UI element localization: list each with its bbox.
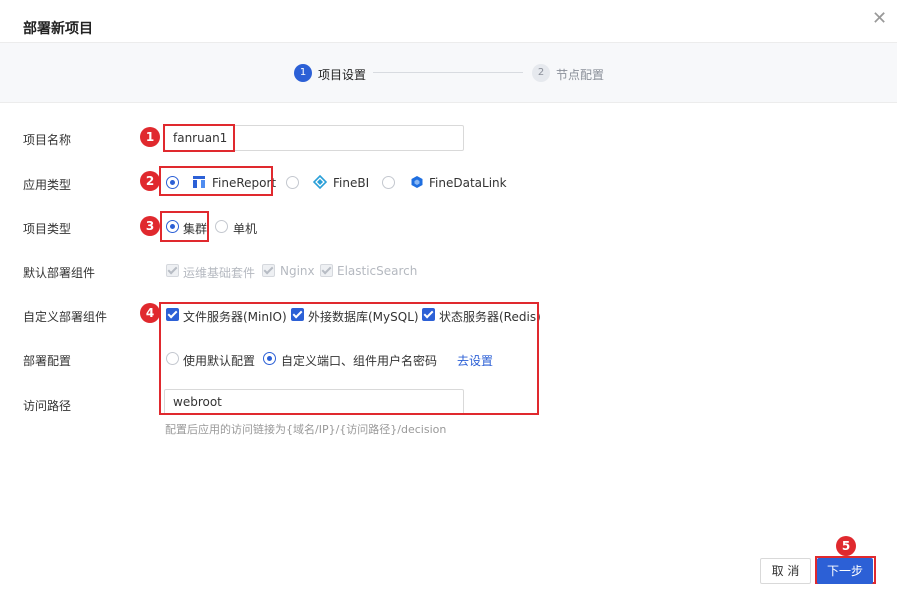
step-2-circle: 2 (532, 64, 550, 82)
app-type-option-finereport[interactable]: FineReport (212, 176, 276, 190)
custom-component-redis[interactable]: 状态服务器(Redis) (439, 308, 541, 325)
project-type-radio-cluster[interactable] (166, 220, 179, 233)
app-type-radio-finedatalink[interactable] (382, 176, 395, 189)
project-type-radio-standalone[interactable] (215, 220, 228, 233)
annotation-marker-5: 5 (836, 536, 856, 556)
default-component-es: ElasticSearch (337, 264, 418, 278)
next-step-button[interactable]: 下一步 (817, 558, 873, 584)
access-path-input[interactable]: webroot (164, 389, 464, 415)
custom-components-label: 自定义部署组件 (23, 310, 108, 324)
default-components-label: 默认部署组件 (23, 266, 96, 280)
default-component-checkbox-nginx (262, 264, 275, 277)
finebi-logo-icon (313, 175, 327, 189)
custom-component-checkbox-minio[interactable] (166, 308, 179, 321)
step-2-label: 节点配置 (556, 68, 605, 82)
app-type-option-finebi[interactable]: FineBI (333, 176, 369, 190)
cancel-button[interactable]: 取 消 (760, 558, 811, 584)
project-type-option-standalone[interactable]: 单机 (233, 220, 257, 237)
project-type-label: 项目类型 (23, 222, 72, 236)
annotation-marker-2: 2 (140, 171, 160, 191)
app-type-radio-finebi[interactable] (286, 176, 299, 189)
app-type-radio-finereport[interactable] (166, 176, 179, 189)
finereport-logo-icon (193, 176, 205, 188)
app-type-label: 应用类型 (23, 178, 72, 192)
access-path-label: 访问路径 (23, 399, 72, 413)
go-settings-link[interactable]: 去设置 (457, 352, 493, 369)
default-component-ops: 运维基础套件 (183, 266, 256, 280)
custom-component-checkbox-mysql[interactable] (291, 308, 304, 321)
custom-component-checkbox-redis[interactable] (422, 308, 435, 321)
step-1-label: 项目设置 (318, 68, 367, 82)
dialog-title: 部署新项目 (23, 21, 93, 37)
default-component-nginx: Nginx (280, 264, 315, 278)
deploy-config-radio-custom[interactable] (263, 352, 276, 365)
annotation-marker-3: 3 (140, 216, 160, 236)
deploy-config-radio-default[interactable] (166, 352, 179, 365)
deploy-config-option-custom[interactable]: 自定义端口、组件用户名密码 (281, 352, 437, 369)
annotation-marker-4: 4 (140, 303, 160, 323)
step-1-circle: 1 (294, 64, 312, 82)
project-type-option-cluster[interactable]: 集群 (183, 220, 207, 237)
default-component-checkbox-ops (166, 264, 179, 277)
deploy-config-option-default[interactable]: 使用默认配置 (183, 352, 255, 369)
default-component-checkbox-es (320, 264, 333, 277)
annotation-marker-1: 1 (140, 127, 160, 147)
custom-component-mysql[interactable]: 外接数据库(MySQL) (308, 308, 419, 325)
access-path-hint: 配置后应用的访问链接为{域名/IP}/{访问路径}/decision (165, 423, 447, 436)
app-type-option-finedatalink[interactable]: FineDataLink (429, 176, 507, 190)
dialog-header: 部署新项目 ✕ (0, 0, 897, 43)
step-indicator: 1 项目设置 2 节点配置 (0, 43, 897, 103)
close-icon[interactable]: ✕ (872, 10, 887, 28)
step-connector (373, 72, 523, 73)
deploy-config-label: 部署配置 (23, 354, 72, 368)
finedatalink-logo-icon (411, 176, 423, 188)
project-name-input[interactable]: fanruan1 (164, 125, 464, 151)
custom-component-minio[interactable]: 文件服务器(MinIO) (183, 308, 287, 325)
project-name-label: 项目名称 (23, 133, 72, 147)
